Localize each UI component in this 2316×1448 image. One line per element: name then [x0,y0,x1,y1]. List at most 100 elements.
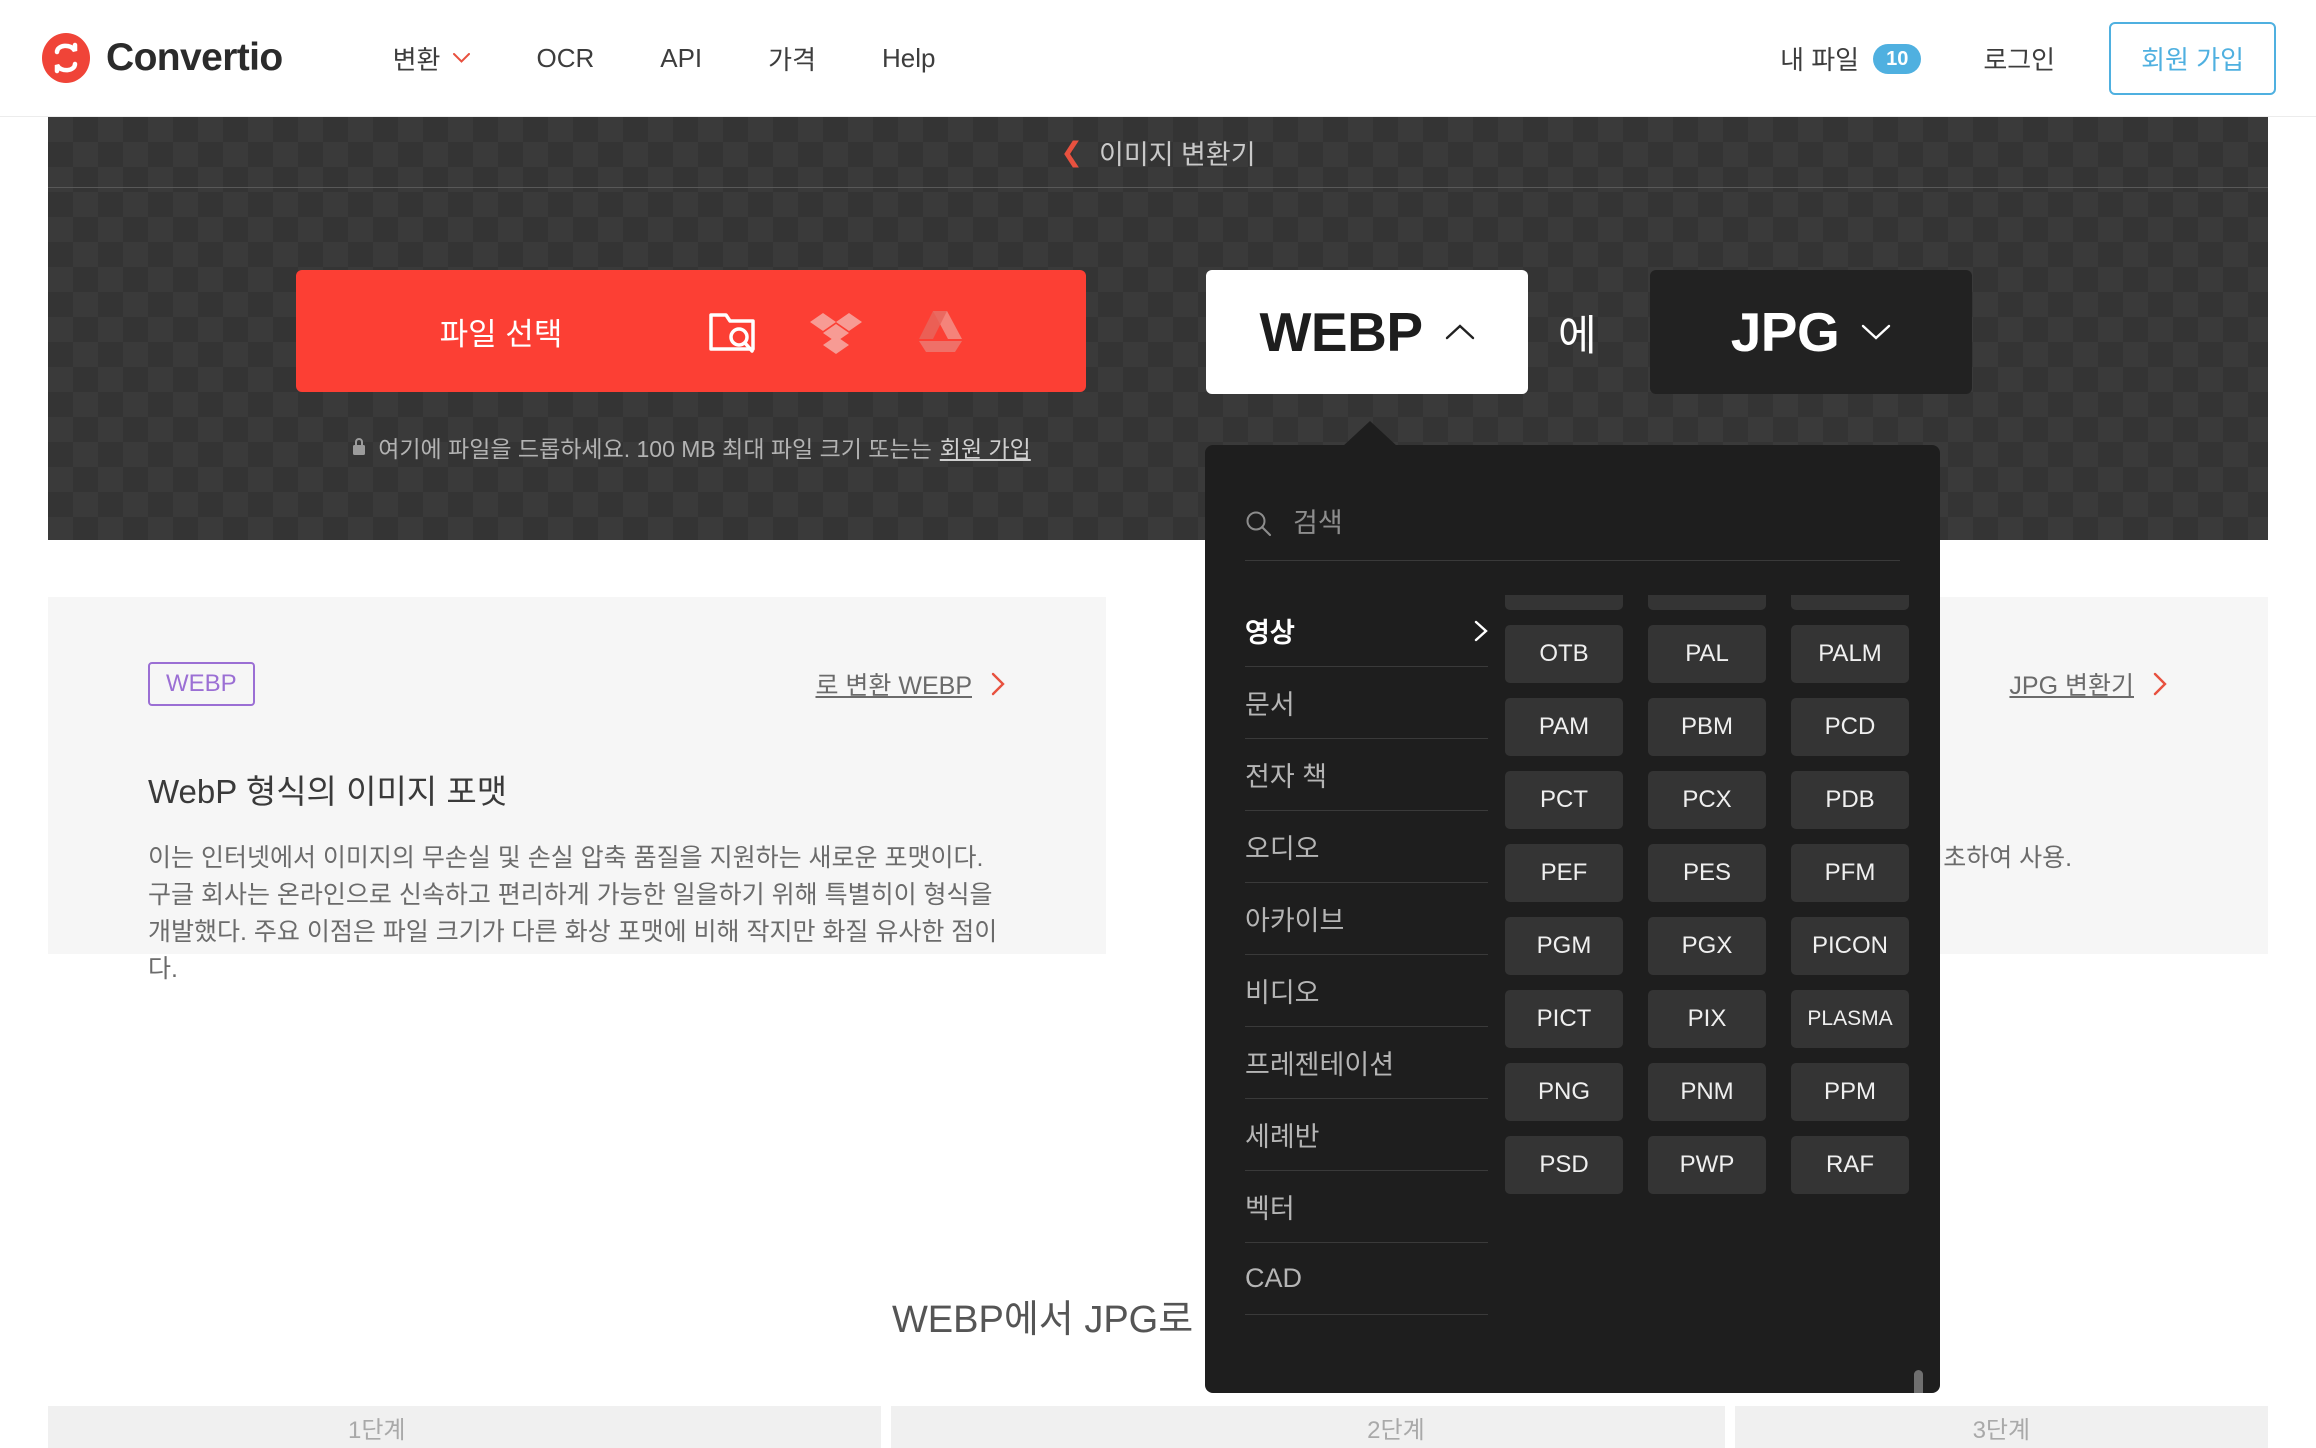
convert-to-webp-link[interactable]: 로 변환 WEBP [815,666,1006,702]
my-files-label: 내 파일 [1780,45,1860,75]
dropdown-format-chip[interactable]: PNG [1505,1063,1623,1121]
dropdown-format-chip[interactable]: PWP [1648,1136,1766,1194]
nav-item-pricing[interactable]: 가격 [768,40,816,77]
dropdown-format-chip[interactable]: PCT [1505,771,1623,829]
dropdown-category-item[interactable]: 비디오 [1245,955,1488,1027]
chevron-down-icon [1862,324,1891,340]
chevron-right-icon [991,672,1005,696]
dropdown-category-item[interactable]: 오디오 [1245,811,1488,883]
step-1: 1단계 [48,1406,882,1448]
folder-search-icon[interactable] [706,305,758,357]
dropdown-format-chip[interactable]: OTB [1505,625,1623,683]
card-title-webp: WebP 형식의 이미지 포맷 [148,773,508,810]
dropdown-category-label: 프레젠테이션 [1245,1050,1395,1080]
logo-text: Convertio [106,36,283,79]
dropdown-category-label: 비디오 [1245,978,1320,1008]
google-drive-icon[interactable] [914,305,966,357]
search-input[interactable] [1293,508,1853,539]
dropdown-format-chip[interactable]: PGX [1648,917,1766,975]
dropdown-format-chip[interactable]: PPM [1791,1063,1909,1121]
login-link[interactable]: 로그인 [1983,40,2055,77]
dropdown-format-grid: NEF NRW ORF OTB PAL PALM PAM PBM PCD PCT PCX PDB PEF… [1505,595,1909,1194]
format-dropdown-panel: 영상문서전자 책오디오아카이브비디오프레젠테이션세례반벡터 CAD NEF NRW O… [1205,445,1940,1393]
dropdown-format-chip[interactable]: PICON [1791,917,1909,975]
nav-item-api[interactable]: API [660,43,702,74]
dropdown-category-item[interactable]: 세례반 [1245,1099,1488,1171]
dropdown-format-chip[interactable]: PLASMA [1791,990,1909,1048]
source-format-label: WEBP [1259,301,1424,363]
convertio-logo-icon [42,33,90,83]
drop-hint-text: 여기에 파일을 드롭하세요. 100 MB 최대 파일 크기 또는는 [378,436,932,462]
dropdown-category-list: 영상문서전자 책오디오아카이브비디오프레젠테이션세례반벡터 CAD [1245,595,1488,1365]
dropdown-pointer-arrow [1342,421,1398,447]
dropdown-format-chip[interactable]: PIX [1648,990,1766,1048]
steps-bar: 1단계 2단계 3단계 [48,1406,2268,1448]
select-file-button[interactable]: 파일 선택 [296,270,1086,392]
dropdown-format-chip[interactable]: PAL [1648,625,1766,683]
dropdown-category-label: 영상 [1245,618,1295,648]
jpg-converter-link[interactable]: JPG 변환기 [2009,666,2168,702]
nav-item-help[interactable]: Help [882,43,935,74]
step-2: 2단계 [891,1406,1725,1448]
header-actions: 내 파일 10 로그인 회원 가입 [1780,0,2276,117]
dropdown-format-chip[interactable]: PFM [1791,844,1909,902]
source-format-selector[interactable]: WEBP [1206,270,1528,394]
dropdown-category-item[interactable]: 문서 [1245,667,1488,739]
dropdown-format-chip[interactable]: PAM [1505,698,1623,756]
dropdown-format-chip[interactable]: NRW [1648,595,1766,610]
dropdown-category-item[interactable]: 프레젠테이션 [1245,1027,1488,1099]
dropdown-format-chip[interactable]: PALM [1791,625,1909,683]
format-info-card-webp: WEBP 로 변환 WEBP WebP 형식의 이미지 포맷 이는 인터넷에서 … [48,597,1106,983]
dropdown-format-chip[interactable]: PBM [1648,698,1766,756]
step-3: 3단계 [1734,1406,2268,1448]
dropdown-category-item[interactable]: CAD [1245,1243,1488,1315]
dropdown-category-item[interactable]: 영상 [1245,595,1488,667]
dropdown-format-chip[interactable]: PCD [1791,698,1909,756]
dropdown-format-chip[interactable]: PEF [1505,844,1623,902]
drop-hint: 여기에 파일을 드롭하세요. 100 MB 최대 파일 크기 또는는 회원 가입 [296,430,1086,464]
nav-item-api-label: API [660,42,703,73]
nav-item-convert-label: 변환 [392,44,441,75]
target-format-selector[interactable]: JPG [1650,270,1972,394]
nav-item-ocr-label: OCR [536,42,595,73]
dropdown-format-chip[interactable]: PNM [1648,1063,1766,1121]
dropdown-format-chip[interactable]: PSD [1505,1136,1623,1194]
dropdown-category-item[interactable]: 전자 책 [1245,739,1488,811]
how-to-title: WEBP에서 JPG로 변환하는 방법 [891,1299,1425,1341]
dropdown-category-label: 문서 [1245,690,1295,720]
drop-hint-signup-link[interactable]: 회원 가입 [940,430,1031,464]
dropdown-search[interactable] [1245,487,1900,561]
chevron-right-icon [2153,672,2167,696]
format-separator: 에 [1558,311,1597,359]
dropdown-format-chip[interactable]: PICT [1505,990,1623,1048]
dropdown-category-label: CAD [1245,1263,1303,1293]
dropdown-category-label: 오디오 [1245,834,1320,864]
dropdown-format-chip[interactable]: PES [1648,844,1766,902]
dropdown-category-label: 세례반 [1245,1122,1320,1152]
dropdown-category-item[interactable]: 벡터 [1245,1171,1488,1243]
breadcrumb-label[interactable]: 이미지 변환기 [1099,133,1256,172]
dropbox-icon[interactable] [810,305,862,357]
nav-item-help-label: Help [882,42,936,73]
dropdown-format-chip[interactable]: RAF [1791,1136,1909,1194]
my-files-link[interactable]: 내 파일 10 [1780,40,1922,77]
signup-button[interactable]: 회원 가입 [2109,22,2276,95]
dropdown-scrollbar-thumb[interactable] [1914,1370,1923,1393]
dropdown-format-chip[interactable]: PCX [1648,771,1766,829]
dropdown-format-chip[interactable]: PDB [1791,771,1909,829]
card-body-webp: 이는 인터넷에서 이미지의 무손실 및 손실 압축 품질을 지원하는 새로운 포… [148,844,998,983]
dropdown-format-grid-viewport: NEF NRW ORF OTB PAL PALM PAM PBM PCD PCT PCX PDB PEF… [1505,595,1910,1370]
search-icon [1246,511,1271,536]
chevron-down-icon [453,53,471,63]
logo[interactable]: Convertio [40,32,283,84]
jpg-converter-label: JPG 변환기 [2009,672,2134,700]
back-chevron-icon[interactable]: ❮ [1060,138,1083,166]
dropdown-format-chip[interactable]: NEF [1505,595,1623,610]
dropdown-category-item[interactable]: 아카이브 [1245,883,1488,955]
dropdown-format-chip[interactable]: PGM [1505,917,1623,975]
dropdown-category-label: 벡터 [1245,1194,1295,1224]
nav-item-ocr[interactable]: OCR [536,43,594,74]
nav-item-convert[interactable]: 변환 [393,40,471,77]
dropdown-format-chip[interactable]: ORF [1791,595,1909,610]
card-header: WEBP 로 변환 WEBP [148,662,1006,706]
